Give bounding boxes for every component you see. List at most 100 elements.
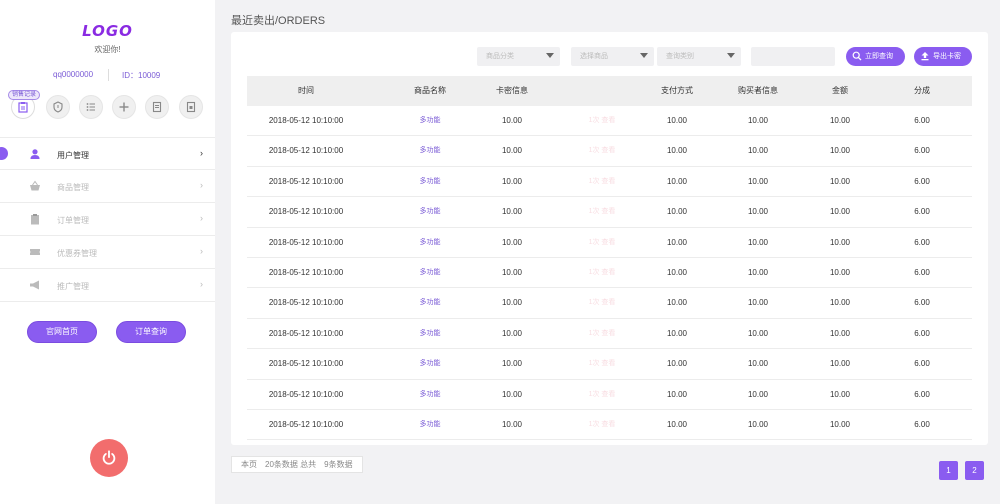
table-cell: 10.00 bbox=[747, 207, 769, 217]
document-button[interactable] bbox=[145, 95, 169, 119]
shield-button[interactable] bbox=[46, 95, 70, 119]
table-cell: 2018-05-12 10:10:00 bbox=[268, 328, 344, 338]
table-cell: 10.00 bbox=[501, 146, 523, 156]
table-cell: 10.00 bbox=[747, 176, 769, 186]
list-icon bbox=[86, 103, 95, 111]
table-cell: 10.00 bbox=[666, 267, 688, 277]
table-row: 2018-05-12 10:10:00 多功能 10.00 1次 查看 10.00 10.… bbox=[247, 410, 972, 441]
table-cell: 10.00 bbox=[829, 298, 851, 308]
goods-link[interactable]: 多功能 bbox=[420, 228, 441, 258]
card-view-link[interactable]: 1次 查看 bbox=[589, 349, 616, 379]
add-button[interactable] bbox=[112, 95, 136, 119]
card-view-link[interactable]: 1次 查看 bbox=[589, 167, 616, 197]
column-header: 金额 bbox=[832, 86, 848, 95]
card-view-link[interactable]: 1次 查看 bbox=[589, 319, 616, 349]
orders-panel: 商品分类 选择商品 查询类别 立即查询 导出卡密 时间 商品名称 卡密信息 支付… bbox=[231, 32, 988, 445]
table-row: 2018-05-12 10:10:00 多功能 10.00 1次 查看 10.00 10.… bbox=[247, 319, 972, 350]
column-header: 商品名称 bbox=[414, 86, 446, 95]
table-cell: 2018-05-12 10:10:00 bbox=[268, 359, 344, 369]
page-button-2[interactable]: 2 bbox=[965, 461, 984, 480]
shield-icon bbox=[53, 101, 63, 113]
table-cell: 10.00 bbox=[501, 116, 523, 125]
menu-item-promotion[interactable]: 推广管理 › bbox=[0, 269, 215, 302]
archive-button[interactable] bbox=[179, 95, 203, 119]
query-type-select[interactable]: 查询类别 bbox=[657, 47, 741, 66]
table-cell: 10.00 bbox=[829, 207, 851, 217]
home-button[interactable]: 官网首页 bbox=[27, 321, 97, 343]
basket-icon bbox=[30, 180, 40, 191]
table-cell: 10.00 bbox=[829, 146, 851, 156]
pagination-info: 本页 20条数据 总共 9条数据 bbox=[231, 456, 363, 473]
menu-item-user[interactable]: 用户管理 › bbox=[0, 137, 215, 170]
table-cell: 10.00 bbox=[829, 116, 851, 125]
menu-label: 用户管理 bbox=[57, 151, 89, 160]
card-view-link[interactable]: 1次 查看 bbox=[589, 106, 616, 136]
page-title: 最近卖出/ORDERS bbox=[231, 15, 326, 27]
sales-record-button[interactable]: 销售记录 bbox=[8, 90, 41, 119]
card-view-link[interactable]: 1次 查看 bbox=[589, 288, 616, 318]
goods-link[interactable]: 多功能 bbox=[420, 258, 441, 288]
chevron-down-icon bbox=[546, 53, 554, 58]
query-button[interactable]: 立即查询 bbox=[846, 47, 905, 66]
column-header: 卡密信息 bbox=[496, 86, 528, 95]
table-cell: 10.00 bbox=[666, 176, 688, 186]
card-view-link[interactable]: 1次 查看 bbox=[589, 258, 616, 288]
card-view-link[interactable]: 1次 查看 bbox=[589, 380, 616, 410]
chevron-right-icon: › bbox=[200, 180, 203, 190]
goods-link[interactable]: 多功能 bbox=[420, 380, 441, 410]
menu-item-goods[interactable]: 商品管理 › bbox=[0, 170, 215, 203]
table-cell: 10.00 bbox=[829, 359, 851, 369]
sidebar: LOGO 欢迎你! qq0000000 ID：10009 销售记录 用户管理 ›… bbox=[0, 0, 215, 504]
goods-link[interactable]: 多功能 bbox=[420, 197, 441, 227]
goods-select[interactable]: 选择商品 bbox=[571, 47, 654, 66]
goods-link[interactable]: 多功能 bbox=[420, 410, 441, 440]
table-cell: 10.00 bbox=[829, 328, 851, 338]
table-cell: 6.00 bbox=[914, 359, 930, 369]
goods-link[interactable]: 多功能 bbox=[420, 167, 441, 197]
table-row: 2018-05-12 10:10:00 多功能 10.00 1次 查看 10.00 10.… bbox=[247, 349, 972, 380]
logout-button[interactable] bbox=[90, 439, 128, 477]
clipboard-icon bbox=[31, 214, 39, 225]
export-button[interactable]: 导出卡密 bbox=[914, 47, 972, 66]
card-view-link[interactable]: 1次 查看 bbox=[589, 410, 616, 440]
menu-item-coupons[interactable]: 优惠券管理 › bbox=[0, 236, 215, 269]
goods-link[interactable]: 多功能 bbox=[420, 136, 441, 166]
list-button[interactable] bbox=[79, 95, 103, 119]
card-view-link[interactable]: 1次 查看 bbox=[589, 136, 616, 166]
menu-item-orders[interactable]: 订单管理 › bbox=[0, 203, 215, 236]
chevron-right-icon: › bbox=[200, 148, 203, 158]
card-view-link[interactable]: 1次 查看 bbox=[589, 197, 616, 227]
goods-link[interactable]: 多功能 bbox=[420, 288, 441, 318]
card-view-link[interactable]: 1次 查看 bbox=[589, 228, 616, 258]
column-header: 分成 bbox=[914, 86, 930, 95]
search-input[interactable] bbox=[751, 47, 835, 66]
sales-record-badge: 销售记录 bbox=[8, 90, 41, 100]
table-cell: 10.00 bbox=[666, 207, 688, 217]
query-button-label: 立即查询 bbox=[865, 53, 893, 60]
table-cell: 6.00 bbox=[914, 419, 930, 429]
table-row: 2018-05-12 10:10:00 多功能 10.00 1次 查看 10.00 10.… bbox=[247, 258, 972, 289]
table-cell: 10.00 bbox=[829, 176, 851, 186]
megaphone-icon bbox=[30, 280, 39, 290]
table-row: 2018-05-12 10:10:00 多功能 10.00 1次 查看 10.00 10.… bbox=[247, 106, 972, 137]
order-query-button[interactable]: 订单查询 bbox=[116, 321, 186, 343]
archive-icon bbox=[186, 101, 196, 113]
user-icon bbox=[30, 149, 40, 159]
table-cell: 10.00 bbox=[501, 298, 523, 308]
category-select[interactable]: 商品分类 bbox=[477, 47, 560, 66]
goods-link[interactable]: 多功能 bbox=[420, 349, 441, 379]
table-cell: 2018-05-12 10:10:00 bbox=[268, 207, 344, 217]
search-icon bbox=[852, 51, 862, 61]
table-cell: 6.00 bbox=[914, 207, 930, 217]
table-cell: 10.00 bbox=[666, 116, 688, 125]
goods-link[interactable]: 多功能 bbox=[420, 106, 441, 136]
table-cell: 6.00 bbox=[914, 298, 930, 308]
column-header: 购买者信息 bbox=[738, 86, 778, 95]
table-row: 2018-05-12 10:10:00 多功能 10.00 1次 查看 10.00 10.… bbox=[247, 197, 972, 228]
chevron-down-icon bbox=[640, 53, 648, 58]
divider bbox=[108, 69, 109, 81]
table-cell: 2018-05-12 10:10:00 bbox=[268, 267, 344, 277]
table-cell: 10.00 bbox=[747, 116, 769, 125]
goods-link[interactable]: 多功能 bbox=[420, 319, 441, 349]
page-button-1[interactable]: 1 bbox=[939, 461, 958, 480]
